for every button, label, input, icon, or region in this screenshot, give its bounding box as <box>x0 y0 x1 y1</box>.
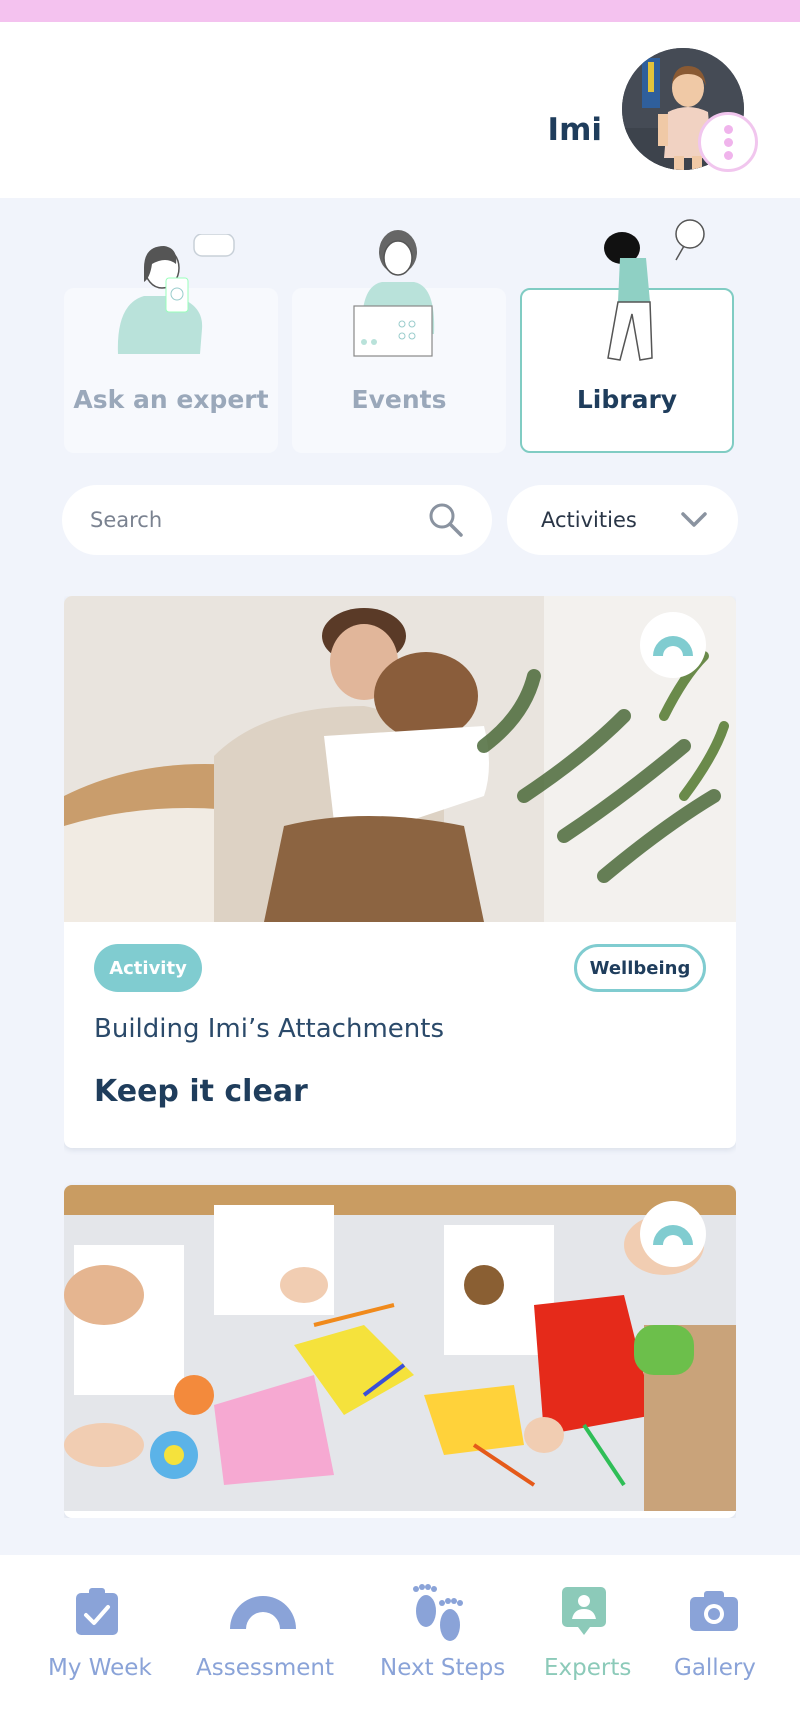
expert-illustration <box>117 234 235 354</box>
library-feed: Activity Wellbeing Building Imi’s Attach… <box>64 596 736 1518</box>
card-title: Keep it clear <box>94 1074 308 1109</box>
more-options-button[interactable] <box>698 112 758 172</box>
filter-selected-value: Activities <box>541 508 637 532</box>
section-tabs: Ask an expert Events Library <box>64 210 738 455</box>
nav-assessment[interactable]: Assessment <box>192 1555 340 1731</box>
tab-label: Events <box>351 385 447 414</box>
half-circle-icon <box>230 1596 296 1629</box>
menu-dot-icon <box>723 137 733 147</box>
tab-label: Library <box>576 385 678 414</box>
bookmark-button[interactable] <box>640 612 706 678</box>
card-photo <box>64 1185 736 1511</box>
library-card[interactable]: Activity Wellbeing Building Imi’s Attach… <box>64 596 736 1148</box>
tab-ask-an-expert[interactable]: Ask an expert <box>64 210 278 455</box>
chevron-down-icon <box>681 512 707 527</box>
library-card[interactable] <box>64 1185 736 1518</box>
search-placeholder: Search <box>90 508 163 532</box>
tab-events[interactable]: Events <box>292 210 506 455</box>
topic-tag: Wellbeing <box>574 944 706 992</box>
card-photo <box>64 596 736 922</box>
tab-label: Ask an expert <box>73 385 269 414</box>
nav-next-steps[interactable]: Next Steps <box>376 1555 506 1731</box>
card-subtitle: Building Imi’s Attachments <box>94 1014 444 1044</box>
nav-experts[interactable]: Experts <box>542 1555 632 1731</box>
library-illustration <box>604 219 705 361</box>
clipboard-check-icon <box>76 1588 118 1635</box>
half-circle-icon <box>653 1225 693 1245</box>
child-name: Imi <box>547 112 602 148</box>
activity-tag: Activity <box>94 944 202 992</box>
nav-label: Next Steps <box>380 1655 506 1681</box>
footprints-icon <box>413 1584 463 1641</box>
menu-dot-icon <box>723 150 733 160</box>
nav-label: Experts <box>544 1655 632 1681</box>
bookmark-button[interactable] <box>640 1201 706 1267</box>
half-circle-icon <box>653 636 693 656</box>
nav-my-week[interactable]: My Week <box>40 1555 156 1731</box>
nav-gallery[interactable]: Gallery <box>670 1555 760 1731</box>
search-input[interactable]: Search <box>62 485 492 555</box>
status-bar <box>0 0 800 22</box>
nav-label: Gallery <box>674 1655 756 1681</box>
events-illustration <box>353 230 435 357</box>
category-filter-dropdown[interactable]: Activities <box>507 485 738 555</box>
tab-library[interactable]: Library <box>520 210 734 455</box>
search-icon[interactable] <box>428 502 464 538</box>
camera-icon <box>690 1591 738 1631</box>
menu-dot-icon <box>723 124 733 134</box>
bottom-navigation: My Week Assessment Next Steps Experts Ga… <box>0 1555 800 1731</box>
nav-label: Assessment <box>196 1655 334 1681</box>
nav-label: My Week <box>48 1655 152 1681</box>
expert-badge-icon <box>562 1587 606 1635</box>
